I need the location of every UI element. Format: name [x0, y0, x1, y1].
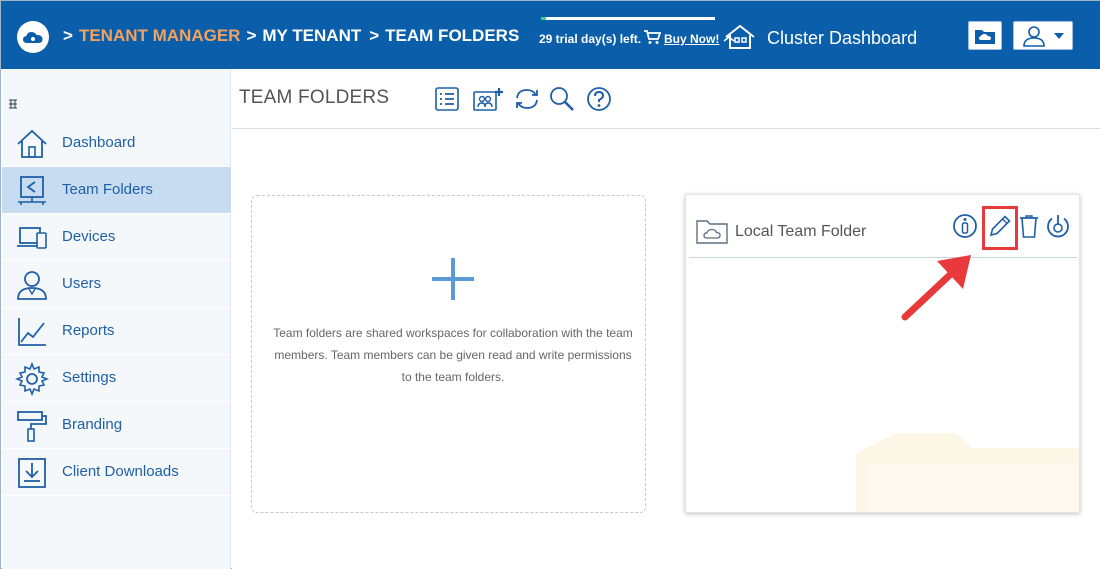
users-icon [17, 271, 47, 300]
top-bar: > TENANT MANAGER > MY TENANT > TEAM FOLDERS 2… [1, 1, 1100, 69]
sidebar-item-label: Users [62, 275, 102, 292]
plus-icon[interactable] [430, 256, 476, 302]
breadcrumb: > TENANT MANAGER > MY TENANT > TEAM FOLDERS [63, 26, 525, 46]
user-icon [1023, 25, 1045, 47]
breadcrumb-separator: > [63, 26, 73, 45]
cloud-folder-icon [696, 220, 728, 244]
reports-icon [18, 318, 46, 346]
trial-days-text: 29 trial day(s) left. [539, 32, 642, 46]
home-icon [17, 129, 47, 158]
trial-progress-fill [541, 17, 547, 20]
breadcrumb-tenant-manager[interactable]: TENANT MANAGER [79, 26, 241, 45]
trash-icon[interactable] [1016, 213, 1042, 239]
cloud-logo-icon [23, 32, 43, 43]
collapse-sidebar-icon[interactable] [8, 99, 18, 112]
cluster-dashboard-link[interactable]: Cluster Dashboard [767, 28, 917, 49]
sidebar-item-label: Reports [62, 322, 115, 339]
gear-icon [15, 362, 49, 396]
devices-icon [17, 227, 47, 249]
team-folders-icon [18, 176, 46, 205]
sidebar-item-team-folders[interactable]: Team Folders [2, 167, 231, 214]
card-divider [689, 257, 1077, 258]
sidebar-nav: Dashboard Team Folders Devices Users Rep… [2, 120, 231, 496]
sidebar-item-label: Settings [62, 369, 117, 386]
folder-watermark-icon [856, 433, 1079, 512]
sidebar-item-label: Dashboard [62, 134, 136, 151]
cart-icon[interactable] [643, 29, 661, 45]
logo[interactable] [17, 21, 49, 53]
breadcrumb-my-tenant[interactable]: MY TENANT [262, 26, 361, 45]
search-icon[interactable] [548, 85, 576, 113]
cluster-dashboard-icon[interactable] [723, 23, 757, 51]
refresh-icon[interactable] [513, 85, 541, 113]
chevron-down-icon [1054, 32, 1064, 39]
add-team-folder-icon[interactable] [472, 85, 504, 113]
sidebar-item-client-downloads[interactable]: Client Downloads [2, 449, 231, 496]
cloud-folder-icon [975, 29, 995, 44]
sidebar-item-users[interactable]: Users [2, 261, 231, 308]
add-team-folder-card[interactable]: Team folders are shared workspaces for c… [251, 195, 646, 513]
edit-highlight-box [982, 206, 1018, 250]
breadcrumb-separator: > [246, 26, 257, 45]
annotation-arrow [901, 255, 971, 321]
help-icon[interactable] [585, 85, 613, 113]
sidebar: Dashboard Team Folders Devices Users Rep… [2, 69, 231, 569]
user-menu-button[interactable] [1013, 21, 1073, 50]
sidebar-item-devices[interactable]: Devices [2, 214, 231, 261]
folder-settings-icon[interactable] [1045, 213, 1071, 239]
buy-now-link[interactable]: Buy Now! [664, 32, 719, 46]
page-title: TEAM FOLDERS [239, 87, 390, 108]
folder-button[interactable] [968, 21, 1002, 50]
info-icon[interactable] [952, 213, 978, 239]
breadcrumb-team-folders: TEAM FOLDERS [385, 26, 520, 45]
sidebar-item-label: Team Folders [62, 181, 153, 198]
sidebar-item-label: Client Downloads [62, 463, 179, 480]
download-icon [18, 458, 46, 488]
sidebar-item-label: Devices [62, 228, 116, 245]
team-folder-card[interactable]: Local Team Folder [685, 194, 1080, 513]
team-folder-name[interactable]: Local Team Folder [735, 223, 866, 241]
trial-progress-bar [541, 17, 715, 20]
sidebar-item-branding[interactable]: Branding [2, 402, 231, 449]
sidebar-item-label: Branding [62, 416, 123, 433]
sidebar-item-settings[interactable]: Settings [2, 355, 231, 402]
add-card-description: Team folders are shared workspaces for c… [273, 326, 633, 384]
breadcrumb-separator: > [369, 26, 380, 45]
sidebar-item-reports[interactable]: Reports [2, 308, 231, 355]
paint-roller-icon [17, 411, 47, 442]
list-view-icon[interactable] [433, 85, 461, 113]
sidebar-item-dashboard[interactable]: Dashboard [2, 120, 231, 167]
page-header: TEAM FOLDERS [232, 69, 1100, 129]
